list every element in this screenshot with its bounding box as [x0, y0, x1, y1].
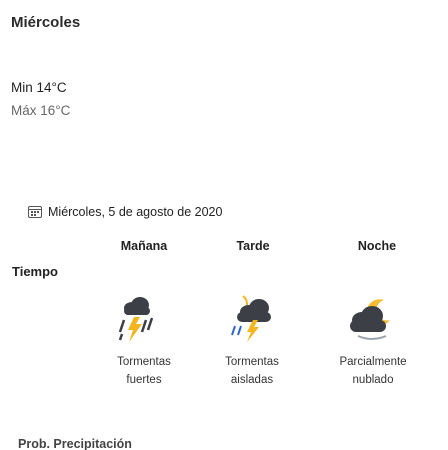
partly-cloudy-night-icon: [344, 290, 400, 346]
condition-night-line2: nublado: [352, 374, 394, 386]
condition-morning: Tormentas fuertes: [89, 353, 199, 389]
temp-max: Máx 16°C: [11, 103, 71, 118]
condition-night-line1: Parcialmente: [339, 356, 407, 368]
day-title: Miércoles: [11, 14, 81, 31]
weather-row-label: Tiempo: [12, 264, 58, 279]
period-morning-label: Mañana: [120, 239, 168, 253]
precipitation-heading-text: Prob. Precipitación: [18, 438, 132, 450]
forecast-date: Miércoles, 5 de agosto de 2020: [28, 205, 222, 219]
thunderstorm-heavy-icon: [112, 290, 168, 346]
condition-morning-line1: Tormentas: [117, 356, 171, 368]
period-night-label: Noche: [357, 239, 397, 253]
condition-night: Parcialmente nublado: [318, 353, 428, 389]
period-afternoon-label: Tarde: [236, 239, 270, 253]
forecast-date-text: Miércoles, 5 de agosto de 2020: [48, 205, 223, 219]
condition-afternoon: Tormentas aisladas: [197, 353, 307, 389]
condition-morning-line2: fuertes: [126, 374, 162, 386]
temp-min: Min 14°C: [11, 80, 67, 95]
calendar-icon: [28, 206, 42, 218]
condition-afternoon-line2: aisladas: [230, 374, 274, 386]
precipitation-heading: Prob. Precipitación: [18, 438, 148, 450]
condition-afternoon-line1: Tormentas: [225, 356, 279, 368]
thunderstorm-isolated-icon: [223, 290, 279, 346]
